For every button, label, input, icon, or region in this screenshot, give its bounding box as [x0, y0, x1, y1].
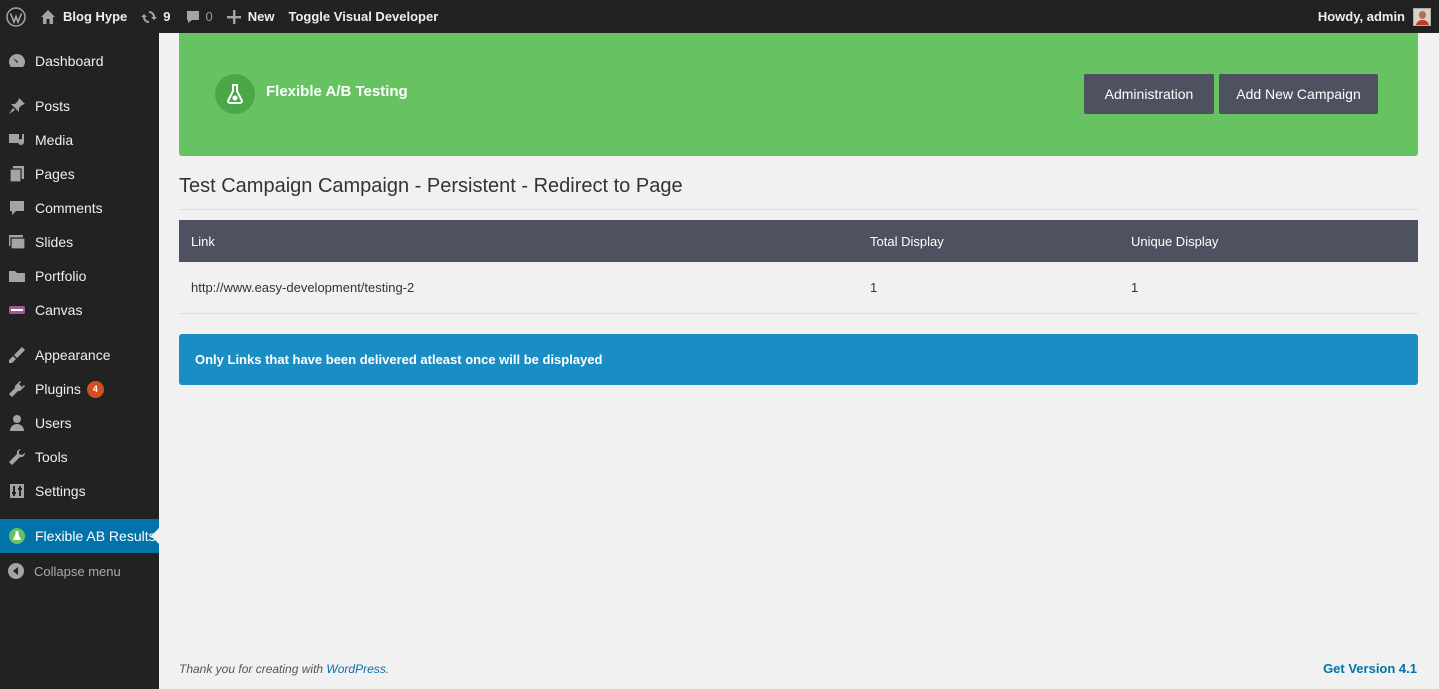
- sidebar-item-label: Canvas: [35, 302, 83, 318]
- sidebar-item-flexible-ab-results[interactable]: Flexible AB Results: [0, 519, 159, 553]
- sidebar-item-label: Posts: [35, 98, 71, 114]
- footer-thanks-prefix: Thank you for creating with: [179, 662, 324, 676]
- sidebar-item-plugins[interactable]: Plugins 4: [0, 372, 159, 406]
- sidebar-item-dashboard[interactable]: Dashboard: [0, 44, 159, 78]
- plug-icon: [7, 379, 27, 399]
- new-label: New: [247, 9, 275, 24]
- sidebar-item-label: Users: [35, 415, 72, 431]
- update-count-badge: 4: [86, 380, 104, 398]
- sidebar-item-label: Comments: [35, 200, 103, 216]
- updates-icon: [141, 9, 158, 25]
- settings-icon: [7, 481, 27, 501]
- woo-icon: [7, 300, 27, 320]
- comment-icon: [185, 9, 201, 25]
- slides-icon: [7, 232, 27, 252]
- admin-sidebar: Dashboard Posts Media Pages Comments Sli…: [0, 33, 159, 689]
- sidebar-item-media[interactable]: Media: [0, 123, 159, 157]
- sidebar-item-label: Settings: [35, 483, 86, 499]
- my-account-link[interactable]: Howdy, admin: [1311, 0, 1439, 33]
- sidebar-item-comments[interactable]: Comments: [0, 191, 159, 225]
- collapse-menu-label: Collapse menu: [34, 563, 121, 579]
- sidebar-item-users[interactable]: Users: [0, 406, 159, 440]
- sidebar-item-label: Media: [35, 132, 74, 148]
- toggle-visual-developer-link[interactable]: Toggle Visual Developer: [282, 0, 446, 33]
- new-content-link[interactable]: New: [220, 0, 282, 33]
- column-header-total-display: Total Display: [858, 220, 1119, 262]
- comments-count: 0: [205, 9, 213, 24]
- sidebar-item-label: Flexible AB Results: [35, 528, 156, 544]
- folder-icon: [7, 266, 27, 286]
- column-header-unique-display: Unique Display: [1119, 220, 1418, 262]
- cell-unique-display: 1: [1119, 262, 1418, 314]
- sidebar-item-canvas[interactable]: Canvas: [0, 293, 159, 327]
- plus-icon: [226, 9, 241, 24]
- plugin-header-banner: Flexible A/B Testing Administration Add …: [179, 33, 1418, 156]
- comments-link[interactable]: 0: [178, 0, 220, 33]
- cell-total-display: 1: [858, 262, 1119, 314]
- sidebar-item-tools[interactable]: Tools: [0, 440, 159, 474]
- sidebar-item-settings[interactable]: Settings: [0, 474, 159, 508]
- sidebar-item-label: Pages: [35, 166, 75, 182]
- comment-icon: [7, 198, 27, 218]
- sidebar-item-label: Portfolio: [35, 268, 87, 284]
- column-header-link: Link: [179, 220, 858, 262]
- results-table: Link Total Display Unique Display http:/…: [179, 220, 1418, 314]
- home-icon: [40, 9, 56, 25]
- toggle-visual-developer-label: Toggle Visual Developer: [288, 9, 439, 24]
- flask-logo-icon: [215, 74, 255, 114]
- pin-icon: [7, 96, 27, 116]
- collapse-arrow-icon: [6, 561, 26, 581]
- get-version-link[interactable]: Get Version 4.1: [1323, 661, 1417, 676]
- title-divider: [179, 209, 1418, 210]
- wordpress-logo-icon[interactable]: [0, 0, 33, 33]
- table-row: http://www.easy-development/testing-2 1 …: [179, 262, 1418, 314]
- site-name: Blog Hype: [63, 9, 128, 24]
- table-header-row: Link Total Display Unique Display: [179, 220, 1418, 262]
- sidebar-item-appearance[interactable]: Appearance: [0, 338, 159, 372]
- sidebar-item-posts[interactable]: Posts: [0, 89, 159, 123]
- sidebar-item-label: Plugins: [35, 381, 81, 397]
- sidebar-item-portfolio[interactable]: Portfolio: [0, 259, 159, 293]
- sidebar-item-label: Slides: [35, 234, 74, 250]
- sidebar-item-label: Dashboard: [35, 53, 104, 69]
- brush-icon: [7, 345, 27, 365]
- footer-thanks-suffix: .: [385, 662, 390, 676]
- user-icon: [7, 413, 27, 433]
- wrench-icon: [7, 447, 27, 467]
- site-name-link[interactable]: Blog Hype: [33, 0, 134, 33]
- administration-button[interactable]: Administration: [1084, 74, 1214, 114]
- sidebar-item-pages[interactable]: Pages: [0, 157, 159, 191]
- updates-count: 9: [163, 9, 171, 24]
- avatar: [1413, 7, 1431, 26]
- info-notice: Only Links that have been delivered atle…: [179, 334, 1418, 385]
- sidebar-item-slides[interactable]: Slides: [0, 225, 159, 259]
- sidebar-item-label: Tools: [35, 449, 68, 465]
- media-icon: [7, 130, 27, 150]
- pages-icon: [7, 164, 27, 184]
- plugin-title: Flexible A/B Testing: [266, 83, 408, 100]
- collapse-menu-button[interactable]: Collapse menu: [0, 554, 159, 588]
- footer-thanks: Thank you for creating with WordPress.: [179, 662, 389, 676]
- wordpress-link[interactable]: WordPress: [326, 662, 385, 676]
- sidebar-item-label: Appearance: [35, 347, 111, 363]
- admin-bar: Blog Hype 9 0 New Toggle Visual Develope…: [0, 0, 1439, 33]
- dashboard-icon: [7, 51, 27, 71]
- cell-link: http://www.easy-development/testing-2: [179, 262, 858, 314]
- howdy-label: Howdy, admin: [1317, 9, 1405, 24]
- add-new-campaign-button[interactable]: Add New Campaign: [1219, 74, 1378, 114]
- updates-link[interactable]: 9: [134, 0, 177, 33]
- flask-icon: [7, 526, 27, 546]
- page-title: Test Campaign Campaign - Persistent - Re…: [179, 175, 683, 197]
